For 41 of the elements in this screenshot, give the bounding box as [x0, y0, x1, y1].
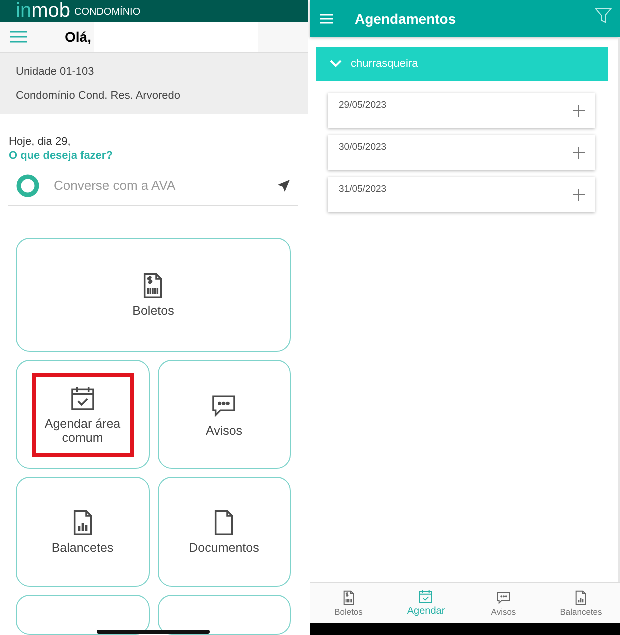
ring-logo-icon: [16, 174, 40, 198]
menu-icon[interactable]: [10, 31, 27, 43]
menu-tile[interactable]: Agendar área comum: [16, 360, 150, 469]
unit-text: Unidade 01-103: [16, 66, 96, 78]
date-text: Hoje, dia 29,: [9, 136, 72, 148]
menu-tile[interactable]: Avisos: [158, 360, 291, 469]
plus-icon[interactable]: [573, 189, 585, 201]
calendar-check-icon: [418, 589, 434, 605]
nav-tab[interactable]: Boletos: [310, 583, 388, 623]
chat-input-field[interactable]: Converse com a AVA: [54, 172, 278, 199]
send-icon[interactable]: [278, 180, 290, 192]
menu-tile[interactable]: Balancetes: [16, 477, 150, 587]
date-card[interactable]: 30/05/2023: [328, 135, 595, 170]
date-card[interactable]: 29/05/2023: [328, 93, 595, 128]
menu-tile[interactable]: [158, 595, 291, 635]
tile-label: Avisos: [206, 424, 243, 438]
menu-tile[interactable]: Documentos: [158, 477, 291, 587]
app-logo: inmob: [16, 0, 70, 22]
tile-label: Agendar área comum: [44, 416, 121, 444]
date-card[interactable]: 31/05/2023: [328, 177, 595, 212]
greeting-text: Olá,: [65, 29, 92, 45]
menu-tile[interactable]: [16, 595, 150, 635]
date-text: 30/05/2023: [339, 142, 387, 155]
filter-icon[interactable]: [595, 8, 612, 23]
logo-subtitle: CONDOMÍNIO: [74, 7, 141, 19]
chevron-icon: [330, 60, 342, 68]
speech-bubble-icon: [496, 590, 512, 606]
plus-icon[interactable]: [573, 147, 585, 159]
date-text: 29/05/2023: [339, 100, 387, 113]
tile-label: Boletos: [132, 304, 174, 318]
plus-icon[interactable]: [573, 105, 585, 117]
page-title: Agendamentos: [355, 10, 458, 26]
menu-tile[interactable]: Boletos: [16, 238, 291, 352]
nav-tab[interactable]: Avisos: [465, 583, 542, 623]
prompt-text: O que deseja fazer?: [9, 150, 114, 162]
nav-tab[interactable]: Balancetes: [542, 583, 620, 623]
date-text: 31/05/2023: [339, 184, 387, 197]
tile-label: Balancetes: [52, 541, 114, 555]
calendar-check-icon: [68, 384, 97, 412]
condo-text: Condomínio Cond. Res. Arvoredo: [16, 90, 182, 102]
tile-label: Documentos: [189, 541, 260, 555]
